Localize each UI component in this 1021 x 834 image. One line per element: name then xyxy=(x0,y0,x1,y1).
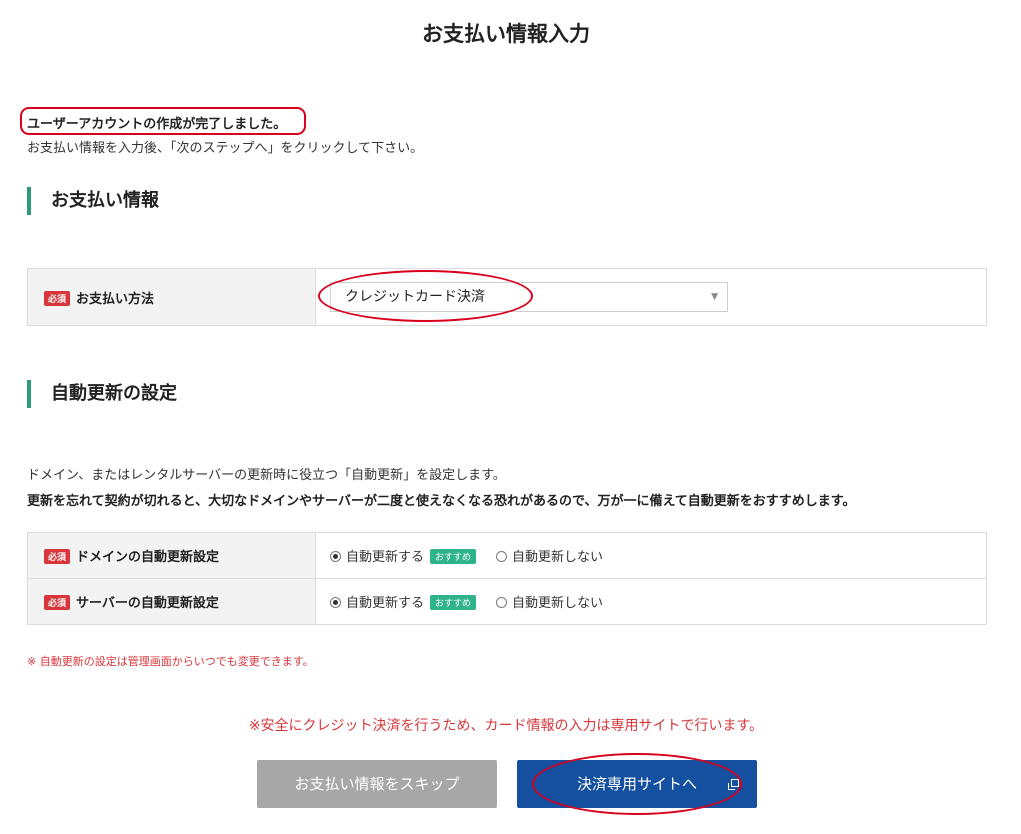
payment-method-label: お支払い方法 xyxy=(76,291,155,307)
server-auto-renew-options: 自動更新する おすすめ 自動更新しない xyxy=(315,578,987,625)
domain-renew-on-radio[interactable] xyxy=(330,551,341,562)
highlight-annotation xyxy=(20,107,306,135)
auto-renew-warning: 更新を忘れて契約が切れると、大切なドメインやサーバーが二度と使えなくなる恐れがあ… xyxy=(27,494,856,509)
highlight-annotation xyxy=(532,753,742,815)
secure-payment-note: ※安全にクレジット決済を行うため、カード情報の入力は専用サイトで行います。 xyxy=(248,718,764,734)
required-badge: 必須 xyxy=(44,290,71,306)
domain-auto-renew-label-cell: 必須 ドメインの自動更新設定 xyxy=(27,532,316,579)
payment-section-heading: お支払い情報 xyxy=(27,187,159,215)
server-auto-renew-label-cell: 必須 サーバーの自動更新設定 xyxy=(27,578,316,625)
page-title: お支払い情報入力 xyxy=(422,22,590,46)
auto-renew-description: ドメイン、またはレンタルサーバーの更新時に役立つ「自動更新」を設定します。 xyxy=(27,468,506,483)
server-renew-off-radio[interactable] xyxy=(496,597,508,608)
server-renew-off-label[interactable]: 自動更新しない xyxy=(512,596,603,611)
server-renew-on-label[interactable]: 自動更新する xyxy=(346,596,424,611)
auto-renew-form-table: 必須 ドメインの自動更新設定 自動更新する おすすめ 自動更新しない 必須 サーバーの自… xyxy=(27,532,987,625)
domain-renew-on-label[interactable]: 自動更新する xyxy=(346,550,424,565)
server-auto-renew-label: サーバーの自動更新設定 xyxy=(76,596,219,611)
recommend-badge: おすすめ xyxy=(430,549,477,564)
domain-auto-renew-options: 自動更新する おすすめ 自動更新しない xyxy=(315,532,987,579)
auto-renew-note: ※ 自動更新の設定は管理画面からいつでも変更できます。 xyxy=(27,655,314,668)
server-renew-on-radio[interactable] xyxy=(330,597,341,608)
domain-renew-off-label[interactable]: 自動更新しない xyxy=(512,550,603,565)
auto-renew-section-heading: 自動更新の設定 xyxy=(27,380,177,408)
domain-auto-renew-row: 必須 ドメインの自動更新設定 自動更新する おすすめ 自動更新しない xyxy=(27,532,987,579)
dropdown-caret-icon: ▼ xyxy=(711,292,718,302)
required-badge: 必須 xyxy=(44,595,71,610)
skip-payment-button[interactable]: お支払い情報をスキップ xyxy=(257,760,497,808)
server-auto-renew-row: 必須 サーバーの自動更新設定 自動更新する おすすめ 自動更新しない xyxy=(27,578,987,625)
domain-renew-off-radio[interactable] xyxy=(496,551,508,562)
highlight-annotation xyxy=(318,270,533,322)
instruction-text: お支払い情報を入力後、「次のステップへ」をクリックして下さい。 xyxy=(27,141,424,156)
domain-auto-renew-label: ドメインの自動更新設定 xyxy=(76,550,220,565)
required-badge: 必須 xyxy=(44,549,71,564)
payment-method-label-cell: 必須 お支払い方法 xyxy=(27,268,316,326)
recommend-badge: おすすめ xyxy=(430,595,477,610)
